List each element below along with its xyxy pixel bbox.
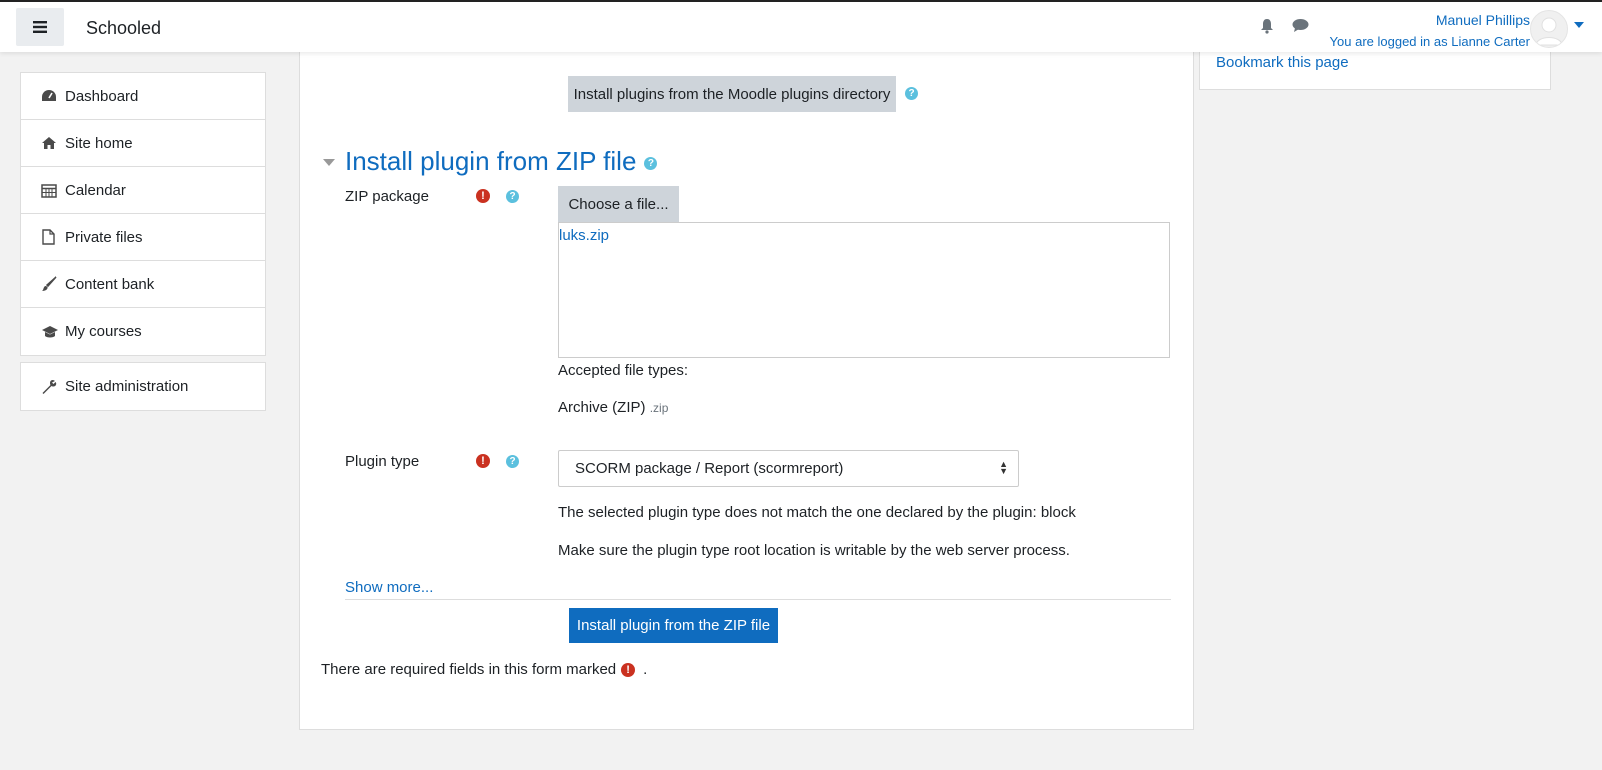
sidebar-item-label: Private files [65,228,143,246]
sidebar-item-label: Site home [65,134,133,152]
install-plugin-card: Install plugins from the Moodle plugins … [299,52,1194,730]
calendar-icon [41,182,59,198]
sidebar-item-calendar[interactable]: Calendar [21,167,265,214]
writable-warning: Make sure the plugin type root location … [558,542,1070,559]
dashboard-icon [41,88,59,104]
bookmark-link[interactable]: Bookmark this page [1216,54,1349,71]
sidebar-item-label: Content bank [65,275,155,293]
nav-list: Dashboard Site home Calendar Private fil… [20,72,266,356]
wrench-icon [41,379,59,395]
accepted-type-ext: .zip [649,401,669,415]
install-zip-button[interactable]: Install plugin from the ZIP file [569,608,778,643]
sidebar-item-site-administration[interactable]: Site administration [21,363,265,410]
help-icon[interactable]: ? [905,87,918,100]
selected-file-link[interactable]: luks.zip [559,227,609,244]
select-arrows-icon: ▲ ▼ [999,459,1008,476]
show-more-link[interactable]: Show more... [345,579,433,596]
accepted-type-name: Archive (ZIP) [558,399,646,416]
bell-icon[interactable] [1260,18,1274,34]
user-name[interactable]: Manuel Phillips [1330,12,1530,28]
nav-icons [1260,18,1309,34]
plugin-type-value: SCORM package / Report (scormreport) [575,460,844,477]
main-region: Install plugins from the Moodle plugins … [285,52,1602,770]
plugin-type-label: Plugin type [345,453,420,470]
user-menu[interactable]: Manuel Phillips You are logged in as Lia… [1330,12,1530,49]
sidebar-item-label: My courses [65,323,142,340]
file-drop-area[interactable]: luks.zip [558,222,1170,358]
section-title-text[interactable]: Install plugin from ZIP file [345,146,636,177]
top-navbar: Schooled Manuel Phillips You are logged … [0,0,1602,52]
drawer-toggle-button[interactable] [16,8,64,46]
required-icon: ! [476,454,490,468]
accepted-types-label: Accepted file types: [558,362,689,379]
avatar[interactable] [1530,10,1568,48]
help-icon[interactable]: ? [506,455,519,468]
sidebar-item-label: Dashboard [65,87,139,105]
collapse-caret-icon[interactable] [323,159,335,166]
divider [345,599,1171,600]
sidebar-item-dashboard[interactable]: Dashboard [21,73,265,120]
file-icon [41,229,59,245]
section-title[interactable]: Install plugin from ZIP file ? [345,146,658,177]
required-note-text: There are required fields in this form m… [321,661,617,678]
chat-icon[interactable] [1292,18,1309,33]
required-icon: ! [621,662,636,677]
plugin-type-select[interactable]: SCORM package / Report (scormreport) ▲ ▼ [558,450,1019,487]
plugin-type-warning: The selected plugin type does not match … [558,504,1076,521]
sidebar-item-content-bank[interactable]: Content bank [21,261,265,308]
paint-brush-icon [41,276,59,292]
sidebar-item-site-home[interactable]: Site home [21,120,265,167]
admin-nav-list: Site administration [20,362,266,411]
nav-drawer: Dashboard Site home Calendar Private fil… [0,52,285,770]
required-fields-note: There are required fields in this form m… [321,661,647,678]
accepted-type: Archive (ZIP) .zip [558,399,668,416]
site-brand[interactable]: Schooled [86,18,161,39]
sidebar-item-my-courses[interactable]: My courses [21,308,265,355]
hamburger-icon [33,21,47,33]
help-icon[interactable]: ? [506,190,519,203]
graduation-cap-icon [41,324,59,340]
help-icon[interactable]: ? [644,157,658,170]
sidebar-item-label: Calendar [65,181,126,199]
chevron-down-icon[interactable] [1574,22,1584,28]
required-note-end: . [643,661,648,678]
home-icon [41,135,59,151]
sidebar-item-private-files[interactable]: Private files [21,214,265,261]
choose-file-button[interactable]: Choose a file... [558,186,679,222]
required-icon: ! [476,189,490,203]
logged-in-as-text[interactable]: You are logged in as Lianne Carter [1330,34,1530,49]
right-block: Bookmark this page [1199,52,1551,90]
install-from-directory-button[interactable]: Install plugins from the Moodle plugins … [568,76,896,112]
user-silhouette-icon [1535,17,1563,46]
sidebar-item-label: Site administration [65,378,189,395]
zip-package-label: ZIP package [345,188,429,205]
